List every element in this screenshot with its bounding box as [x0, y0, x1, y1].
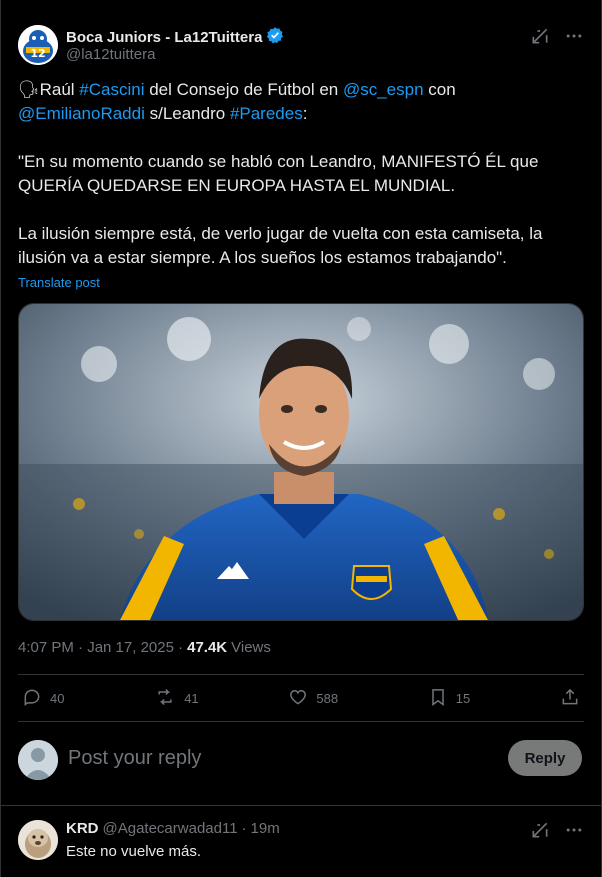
action-bar: 40 41 588 15: [18, 676, 584, 720]
mention-emiliano-raddi[interactable]: @EmilianoRaddi: [18, 104, 145, 123]
reply-comment[interactable]: KRD @Agatecarwadad11 · 19m Este no vuelv…: [18, 808, 584, 877]
mention-sc-espn[interactable]: @sc_espn: [343, 80, 424, 99]
bookmark-action[interactable]: 15: [428, 687, 470, 710]
post-timestamp[interactable]: 4:07 PM · Jan 17, 2025 ·: [18, 639, 183, 656]
display-name[interactable]: Boca Juniors - La12Tuittera: [66, 29, 262, 46]
heart-icon: [288, 687, 308, 710]
comment-author-name[interactable]: KRD: [66, 820, 99, 837]
bookmark-icon: [428, 687, 448, 710]
like-action[interactable]: 588: [288, 687, 338, 710]
avatar[interactable]: 12: [18, 25, 58, 65]
repost-action[interactable]: 41: [154, 687, 199, 710]
repost-count: 41: [184, 690, 199, 706]
header-icons: [530, 26, 584, 51]
comment-separator: ·: [241, 820, 247, 837]
comment-author-handle[interactable]: @Agatecarwadad11: [103, 820, 238, 837]
bookmark-count: 15: [455, 690, 471, 706]
share-icon: [560, 687, 580, 710]
share-action[interactable]: [560, 687, 580, 710]
reply-button[interactable]: Reply: [508, 740, 582, 776]
reply-action[interactable]: 40: [22, 687, 64, 710]
post-header: 12 Boca Juniors - La12Tuittera @la12tuit…: [18, 22, 584, 66]
post-text-paragraph-2: "En su momento cuando se habló con Leand…: [18, 152, 539, 195]
post-text: 🗣Raúl #Cascini del Consejo de Fútbol en …: [18, 78, 578, 270]
like-count: 588: [316, 690, 339, 706]
divider: [18, 721, 584, 722]
reply-input[interactable]: Post your reply: [68, 747, 201, 770]
comment-text: Este no vuelve más.: [66, 843, 202, 860]
reply-count: 40: [50, 690, 65, 706]
hashtag-cascini[interactable]: #Cascini: [79, 80, 144, 99]
avatar: [18, 740, 58, 780]
post-text-line-2: @EmilianoRaddi s/Leandro #Paredes:: [18, 104, 308, 123]
grok-icon[interactable]: [530, 26, 550, 51]
comment-name-row: KRD @Agatecarwadad11 · 19m: [66, 820, 280, 837]
hashtag-paredes[interactable]: #Paredes: [230, 104, 303, 123]
comment-icon: [22, 687, 42, 710]
post-image[interactable]: [18, 303, 584, 621]
svg-text:12: 12: [30, 47, 45, 60]
handle[interactable]: @la12tuittera: [66, 46, 155, 63]
post-meta: 4:07 PM · Jan 17, 2025 · 47.4K Views: [18, 639, 271, 656]
post-text-paragraph-3: La ilusión siempre está, de verlo jugar …: [18, 224, 543, 267]
views-count: 47.4K: [187, 639, 228, 656]
reply-composer: Post your reply Reply: [18, 737, 584, 783]
views-label: Views: [231, 639, 271, 656]
comment-time[interactable]: 19m: [251, 820, 280, 837]
more-options-icon[interactable]: [564, 26, 584, 51]
grok-icon[interactable]: [530, 820, 550, 845]
more-options-icon[interactable]: [564, 820, 584, 845]
translate-post-link[interactable]: Translate post: [18, 275, 100, 290]
avatar[interactable]: [18, 820, 58, 860]
comment-icons: [530, 820, 584, 845]
post-text-line-1: 🗣Raúl #Cascini del Consejo de Fútbol en …: [18, 80, 456, 99]
divider: [0, 805, 602, 806]
speaking-head-emoji-icon: 🗣: [18, 80, 40, 99]
divider: [18, 674, 584, 675]
verified-badge-icon: [266, 26, 284, 49]
repost-icon: [154, 687, 176, 710]
